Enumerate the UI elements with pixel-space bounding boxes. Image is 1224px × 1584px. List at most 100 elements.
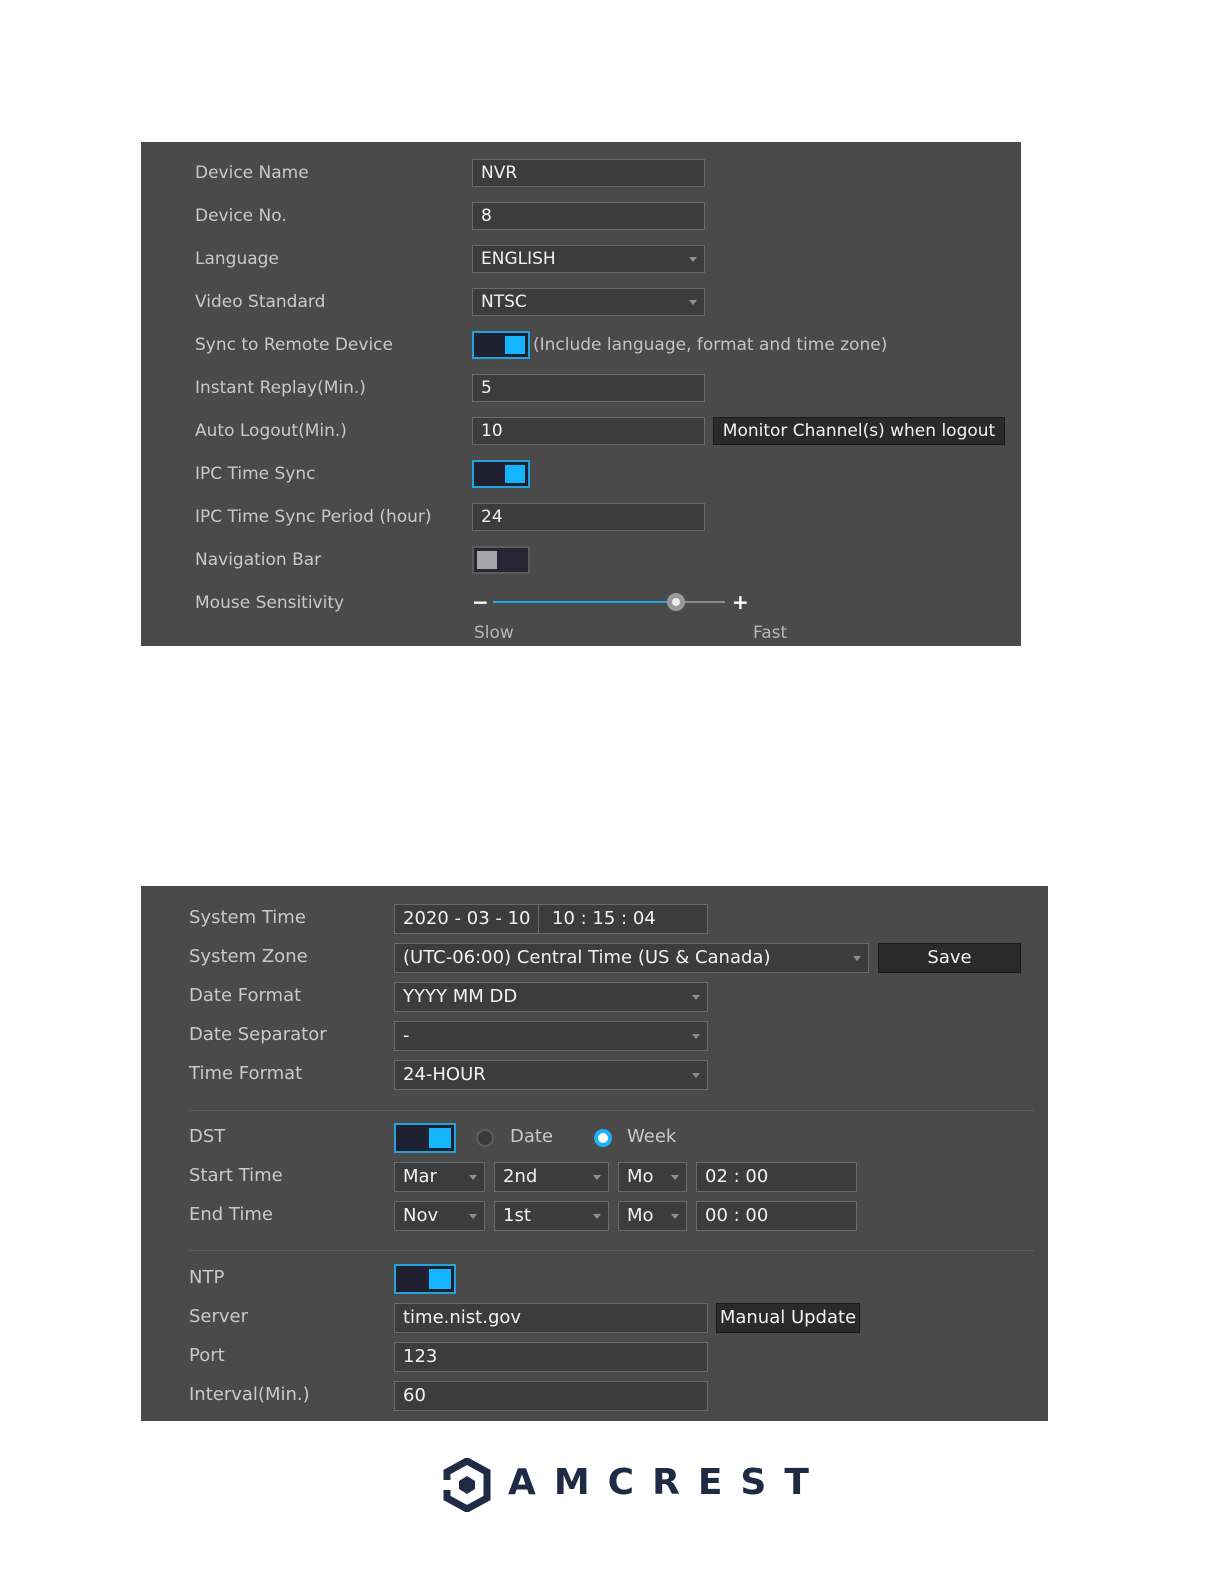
chevron-down-icon (469, 1214, 477, 1219)
chevron-down-icon (692, 995, 700, 1000)
auto-logout-label: Auto Logout(Min.) (195, 421, 347, 441)
system-zone-label: System Zone (189, 946, 308, 967)
ipc-time-sync-toggle[interactable] (472, 460, 530, 488)
device-no-input[interactable]: 8 (472, 202, 705, 230)
time-format-value: 24-HOUR (403, 1064, 486, 1085)
language-value: ENGLISH (481, 249, 556, 269)
start-day-select[interactable]: Mo (618, 1162, 687, 1192)
end-month-select[interactable]: Nov (394, 1201, 485, 1231)
ntp-label: NTP (189, 1267, 225, 1288)
dst-date-option-label: Date (510, 1126, 554, 1147)
interval-input[interactable]: 60 (394, 1381, 708, 1411)
date-format-select[interactable]: YYYY MM DD (394, 982, 708, 1012)
section-divider (189, 1250, 1034, 1251)
end-week-select[interactable]: 1st (494, 1201, 609, 1231)
system-time-input[interactable]: 2020 - 03 - 10 10 : 15 : 04 (394, 904, 708, 934)
system-time-label: System Time (189, 907, 306, 928)
auto-logout-input[interactable]: 10 (472, 417, 705, 445)
end-time-input[interactable]: 00 : 00 (696, 1201, 857, 1231)
date-separator-select[interactable]: - (394, 1021, 708, 1051)
navigation-bar-label: Navigation Bar (195, 550, 322, 570)
manual-update-button[interactable]: Manual Update (716, 1303, 860, 1333)
end-month-value: Nov (403, 1205, 439, 1226)
date-separator-label: Date Separator (189, 1024, 327, 1045)
system-zone-value: (UTC-06:00) Central Time (US & Canada) (403, 947, 771, 968)
toggle-knob (477, 551, 497, 569)
chevron-down-icon (692, 1073, 700, 1078)
end-day-value: Mo (627, 1205, 654, 1226)
ipc-sync-period-input[interactable]: 24 (472, 503, 705, 531)
system-clock-value[interactable]: 10 : 15 : 04 (552, 905, 656, 933)
video-standard-label: Video Standard (195, 292, 326, 312)
language-select[interactable]: ENGLISH (472, 245, 705, 273)
end-day-select[interactable]: Mo (618, 1201, 687, 1231)
save-button[interactable]: Save (878, 943, 1021, 973)
toggle-knob (505, 336, 525, 354)
amcrest-logo-icon (442, 1458, 491, 1512)
start-month-value: Mar (403, 1166, 437, 1187)
dst-toggle[interactable] (394, 1123, 456, 1153)
general-settings-panel: Device Name NVR Device No. 8 Language EN… (141, 142, 1021, 646)
instant-replay-input[interactable]: 5 (472, 374, 705, 402)
chevron-down-icon (469, 1175, 477, 1180)
toggle-knob (505, 465, 525, 483)
start-time-label: Start Time (189, 1165, 283, 1186)
device-name-input[interactable]: NVR (472, 159, 705, 187)
field-divider (538, 905, 539, 933)
slider-plus-icon[interactable]: + (732, 590, 749, 614)
device-name-label: Device Name (195, 163, 309, 183)
datetime-settings-panel: System Time 2020 - 03 - 10 10 : 15 : 04 … (141, 886, 1048, 1421)
amcrest-wordmark: AMCREST (508, 1462, 827, 1503)
ntp-toggle[interactable] (394, 1264, 456, 1294)
start-time-input[interactable]: 02 : 00 (696, 1162, 857, 1192)
monitor-channels-button[interactable]: Monitor Channel(s) when logout (713, 417, 1005, 445)
slider-fill (493, 601, 677, 603)
dst-label: DST (189, 1126, 226, 1147)
sync-remote-note: (Include language, format and time zone) (533, 335, 888, 355)
date-format-value: YYYY MM DD (403, 986, 518, 1007)
sync-remote-label: Sync to Remote Device (195, 335, 393, 355)
port-input[interactable]: 123 (394, 1342, 708, 1372)
language-label: Language (195, 249, 279, 269)
instant-replay-label: Instant Replay(Min.) (195, 378, 366, 398)
video-standard-value: NTSC (481, 292, 527, 312)
slider-slow-label: Slow (474, 623, 514, 643)
chevron-down-icon (593, 1214, 601, 1219)
chevron-down-icon (671, 1214, 679, 1219)
sync-remote-toggle[interactable] (472, 331, 530, 359)
start-week-select[interactable]: 2nd (494, 1162, 609, 1192)
server-input[interactable]: time.nist.gov (394, 1303, 708, 1333)
start-day-value: Mo (627, 1166, 654, 1187)
server-label: Server (189, 1306, 249, 1327)
date-format-label: Date Format (189, 985, 302, 1006)
chevron-down-icon (593, 1175, 601, 1180)
chevron-down-icon (853, 956, 861, 961)
mouse-sensitivity-slider[interactable]: − + (472, 590, 752, 616)
slider-minus-icon[interactable]: − (472, 590, 489, 614)
date-separator-value: - (403, 1025, 410, 1046)
time-format-label: Time Format (189, 1063, 303, 1084)
chevron-down-icon (692, 1034, 700, 1039)
start-week-value: 2nd (503, 1166, 538, 1187)
video-standard-select[interactable]: NTSC (472, 288, 705, 316)
end-week-value: 1st (503, 1205, 531, 1226)
dst-date-radio[interactable] (476, 1129, 494, 1147)
ipc-time-sync-label: IPC Time Sync (195, 464, 316, 484)
system-date-value[interactable]: 2020 - 03 - 10 (403, 905, 531, 933)
dst-week-radio[interactable] (594, 1129, 612, 1147)
time-format-select[interactable]: 24-HOUR (394, 1060, 708, 1090)
slider-thumb[interactable] (667, 593, 686, 611)
system-zone-select[interactable]: (UTC-06:00) Central Time (US & Canada) (394, 943, 869, 973)
section-divider (189, 1110, 1034, 1111)
dst-week-option-label: Week (627, 1126, 677, 1147)
device-no-label: Device No. (195, 206, 287, 226)
port-label: Port (189, 1345, 225, 1366)
start-month-select[interactable]: Mar (394, 1162, 485, 1192)
slider-fast-label: Fast (753, 623, 788, 643)
chevron-down-icon (671, 1175, 679, 1180)
ipc-sync-period-label: IPC Time Sync Period (hour) (195, 507, 432, 527)
navigation-bar-toggle[interactable] (472, 546, 530, 574)
interval-label: Interval(Min.) (189, 1384, 310, 1405)
chevron-down-icon (689, 257, 697, 262)
toggle-knob (429, 1128, 451, 1148)
